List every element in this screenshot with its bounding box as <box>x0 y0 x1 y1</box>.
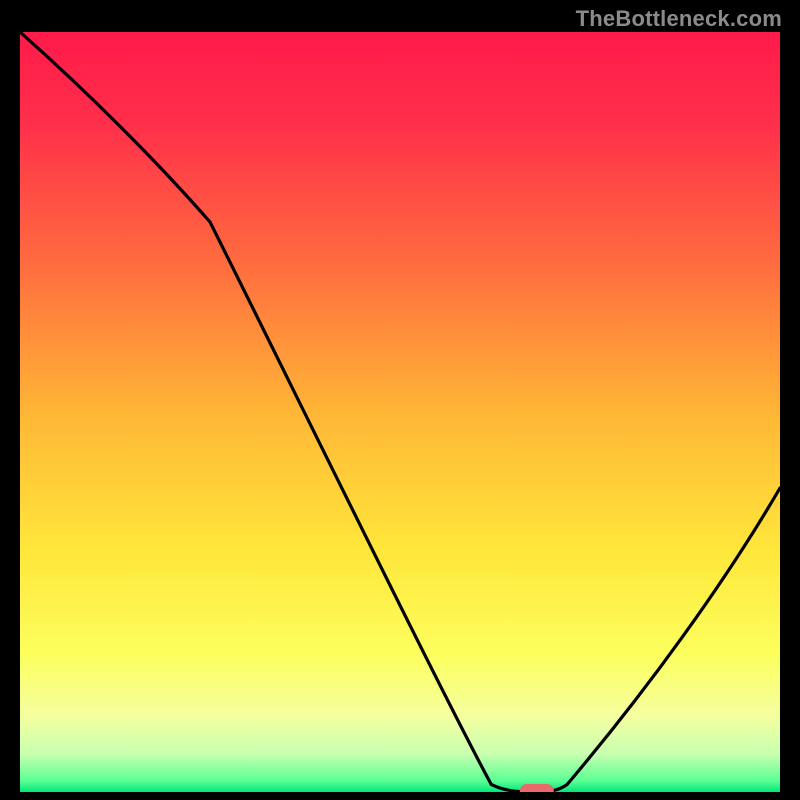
chart-background <box>20 32 780 792</box>
bottleneck-chart <box>20 32 780 792</box>
optimal-marker <box>520 784 554 792</box>
watermark-text: TheBottleneck.com <box>576 6 782 32</box>
